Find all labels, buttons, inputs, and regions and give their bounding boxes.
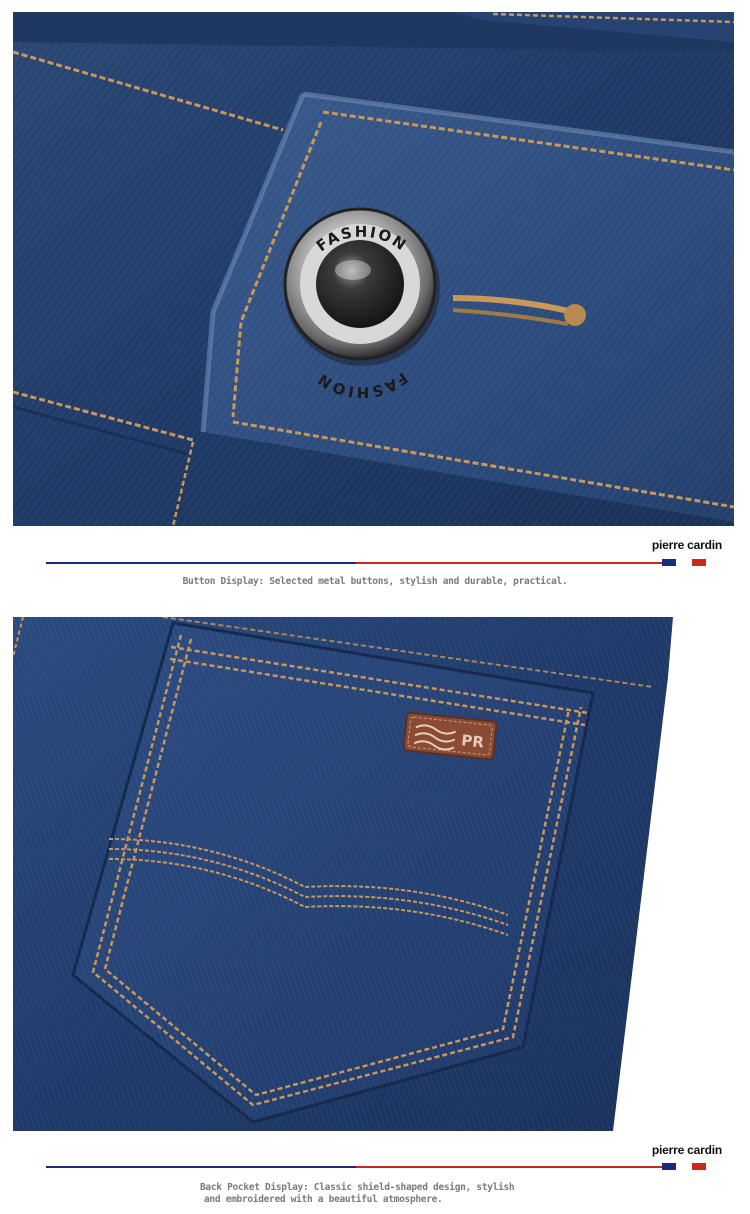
accent-square-blue (662, 559, 676, 566)
pocket-caption-line-2: and embroidered with a beautiful atmosph… (204, 1194, 443, 1205)
back-pocket-photo: PR (13, 617, 734, 1131)
pocket-caption: Back Pocket Display: Classic shield-shap… (200, 1182, 620, 1206)
button-closeup-photo: FASHION FASHION (13, 12, 734, 526)
accent-square-red (692, 1163, 706, 1170)
accent-square-red (692, 559, 706, 566)
button-caption: Button Display: Selected metal buttons, … (182, 576, 568, 587)
accent-divider (46, 1166, 668, 1168)
brand-label: pierre cardin (651, 1143, 722, 1157)
accent-square-blue (662, 1163, 676, 1170)
brand-label: pierre cardin (651, 538, 722, 552)
accent-divider (46, 562, 668, 564)
leather-patch-text: PR (461, 731, 486, 751)
pocket-caption-line-1: Back Pocket Display: Classic shield-shap… (200, 1182, 515, 1193)
